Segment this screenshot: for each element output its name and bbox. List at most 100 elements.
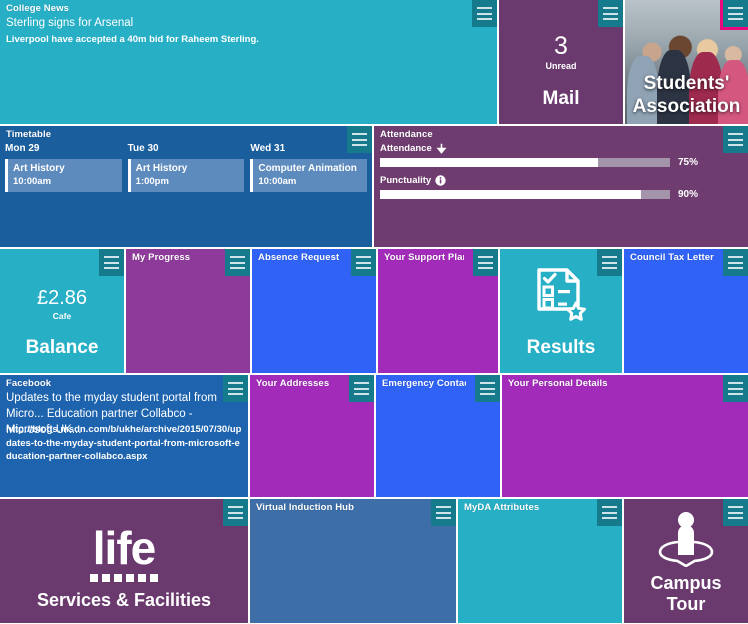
- life-dot: [126, 574, 134, 582]
- campus-tour-line2: Tour: [666, 594, 706, 614]
- tile-menu-button-council-tax-letter[interactable]: [723, 249, 748, 276]
- hamburger-bar: [230, 266, 245, 269]
- punctuality-percent: 90%: [678, 189, 699, 200]
- tile-myda-attributes[interactable]: MyDA Attributes: [458, 499, 622, 623]
- hamburger-bar: [728, 256, 743, 259]
- tile-menu-button-results[interactable]: [597, 249, 622, 276]
- news-body: Liverpool have accepted a 40m bid for Ra…: [6, 34, 259, 45]
- tile-title-virtual-induction-hub: Virtual Induction Hub: [256, 502, 354, 513]
- hamburger-bar: [436, 511, 451, 514]
- tile-results[interactable]: Results: [500, 249, 622, 373]
- tile-menu-button-timetable[interactable]: [347, 126, 372, 153]
- timetable-day-label: Mon 29: [5, 143, 40, 154]
- hamburger-bar: [728, 382, 743, 385]
- tile-attendance[interactable]: Attendance Attendance 75% Punctuality 90…: [374, 126, 748, 247]
- life-dot: [90, 574, 98, 582]
- tile-campus-tour[interactable]: Campus Tour: [624, 499, 748, 623]
- tile-menu-button-your-addresses[interactable]: [349, 375, 374, 402]
- tile-menu-button-college-news[interactable]: [472, 0, 497, 27]
- punctuality-label-text: Punctuality: [380, 175, 432, 186]
- hamburger-bar: [354, 387, 369, 390]
- hamburger-bar: [477, 17, 492, 20]
- timetable-grid: Mon 29 Art History 10:00am Tue 30 Art Hi…: [5, 142, 368, 243]
- tile-menu-button-emergency-contact[interactable]: [475, 375, 500, 402]
- facebook-url[interactable]: http://blogs.msdn.com/b/ukhe/archive/201…: [6, 423, 242, 464]
- hamburger-bar: [728, 143, 743, 146]
- hamburger-bar: [602, 256, 617, 259]
- attendance-progress-fill: [380, 158, 598, 167]
- hamburger-bar: [356, 256, 371, 259]
- hamburger-bar: [728, 392, 743, 395]
- hamburger-bar: [728, 266, 743, 269]
- tile-menu-button-facebook[interactable]: [223, 375, 248, 402]
- balance-sub-label: Cafe: [52, 311, 72, 321]
- attendance-metrics: Attendance 75% Punctuality 90%: [380, 142, 740, 206]
- tile-menu-button-attendance[interactable]: [723, 126, 748, 153]
- tile-menu-button-balance[interactable]: [99, 249, 124, 276]
- attendance-label-text: Attendance: [380, 143, 432, 154]
- hamburger-bar: [478, 266, 493, 269]
- tile-emergency-contact[interactable]: Emergency Contact: [376, 375, 500, 497]
- tile-council-tax-letter[interactable]: Council Tax Letter: [624, 249, 748, 373]
- dashboard-board: College News Sterling signs for Arsenal …: [0, 0, 748, 624]
- timetable-column: Tue 30 Art History 1:00pm: [127, 142, 245, 243]
- tile-menu-button-my-progress[interactable]: [225, 249, 250, 276]
- students-association-line2: Association: [632, 96, 741, 117]
- hamburger-bar: [603, 12, 618, 15]
- tile-your-personal-details[interactable]: Your Personal Details: [502, 375, 748, 497]
- punctuality-progress-fill: [380, 190, 641, 199]
- tile-absence-request[interactable]: Absence Request: [252, 249, 376, 373]
- hamburger-bar: [356, 261, 371, 264]
- tile-menu-button-students-association[interactable]: [723, 0, 748, 27]
- tile-students-association[interactable]: Students' Association: [625, 0, 748, 124]
- tile-life-services-facilities[interactable]: life Services & Facilities: [0, 499, 248, 623]
- timetable-event[interactable]: Art History 10:00am: [5, 159, 122, 192]
- hamburger-bar: [602, 261, 617, 264]
- hamburger-bar: [352, 143, 367, 146]
- tile-menu-button-myda-attributes[interactable]: [597, 499, 622, 526]
- timetable-event[interactable]: Computer Animation 10:00am: [250, 159, 368, 192]
- hamburger-bar: [230, 256, 245, 259]
- tile-title-timetable: Timetable: [6, 129, 52, 140]
- timetable-event-name: Art History: [135, 163, 188, 174]
- tile-balance[interactable]: £2.86 Cafe Balance: [0, 249, 124, 373]
- hamburger-bar: [354, 392, 369, 395]
- tile-college-news[interactable]: College News Sterling signs for Arsenal …: [0, 0, 497, 124]
- tile-menu-button-campus-tour[interactable]: [723, 499, 748, 526]
- timetable-column: Wed 31 Computer Animation 10:00am: [250, 142, 368, 243]
- tile-facebook[interactable]: Facebook Updates to the myday student po…: [0, 375, 248, 497]
- life-logo: life: [0, 525, 248, 582]
- mail-unread-count: 3: [554, 32, 568, 60]
- hamburger-bar: [352, 138, 367, 141]
- tile-menu-button-your-personal-details[interactable]: [723, 375, 748, 402]
- tile-your-support-plan[interactable]: Your Support Plan: [378, 249, 498, 373]
- tile-footer-results: Results: [526, 337, 596, 358]
- tile-menu-button-mail[interactable]: [598, 0, 623, 27]
- tile-menu-button-your-support-plan[interactable]: [473, 249, 498, 276]
- tile-title-facebook: Facebook: [6, 378, 52, 389]
- tile-mail[interactable]: 3 Unread Mail: [499, 0, 623, 124]
- tile-menu-button-absence-request[interactable]: [351, 249, 376, 276]
- attendance-row-label: Attendance: [380, 142, 740, 155]
- tile-footer-students-association: Students' Association: [625, 72, 748, 118]
- info-icon[interactable]: [435, 175, 446, 186]
- tile-footer-mail: Mail: [542, 88, 580, 109]
- timetable-event[interactable]: Art History 1:00pm: [127, 159, 245, 192]
- tile-virtual-induction-hub[interactable]: Virtual Induction Hub: [250, 499, 456, 623]
- tile-menu-button-life-services[interactable]: [223, 499, 248, 526]
- timetable-event-time: 10:00am: [258, 176, 297, 187]
- tile-menu-button-virtual-induction-hub[interactable]: [431, 499, 456, 526]
- hamburger-bar: [477, 12, 492, 15]
- tile-my-progress[interactable]: My Progress: [126, 249, 250, 373]
- hamburger-bar: [228, 506, 243, 509]
- tile-timetable[interactable]: Timetable Mon 29 Art History 10:00am Tue…: [0, 126, 372, 247]
- tile-title-emergency-contact: Emergency Contact: [382, 378, 466, 389]
- hamburger-bar: [104, 266, 119, 269]
- news-headline: Sterling signs for Arsenal: [6, 17, 134, 29]
- attendance-row: Attendance 75%: [380, 142, 740, 168]
- life-dot: [102, 574, 110, 582]
- tile-title-your-addresses: Your Addresses: [256, 378, 330, 389]
- hamburger-bar: [602, 266, 617, 269]
- tile-your-addresses[interactable]: Your Addresses: [250, 375, 374, 497]
- hamburger-bar: [436, 516, 451, 519]
